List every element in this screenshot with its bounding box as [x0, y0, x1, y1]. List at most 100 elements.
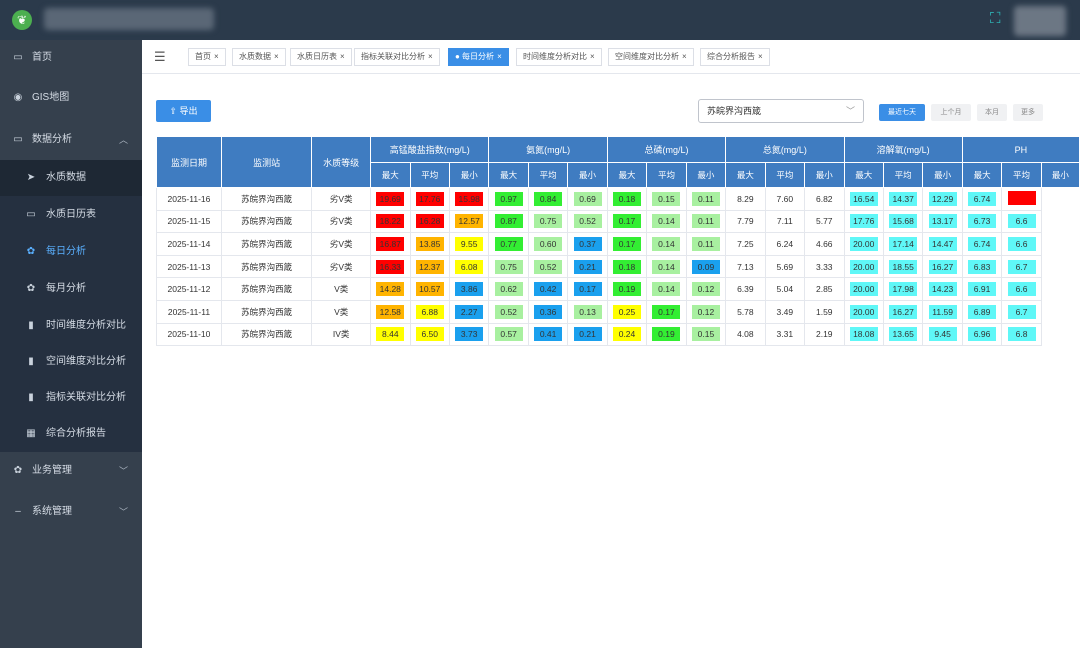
value-badge: 0.84	[534, 191, 563, 206]
gear-icon: ✿	[13, 465, 23, 476]
value-badge: 6.74	[968, 236, 997, 251]
value-badge: 20.00	[849, 259, 878, 274]
sidebar-subitem-calendar[interactable]: ▭ 水质日历表	[0, 197, 142, 233]
hamburger-icon[interactable]: ☰	[154, 50, 166, 64]
table-row[interactable]: 2025-11-14 苏皖界沟西箴 劣V类 16.87 13.85 9.55 0.77 0.6…	[156, 232, 1080, 256]
close-icon[interactable]: ×	[214, 52, 219, 61]
monitor-icon: ▭	[13, 52, 23, 63]
sidebar-item-data-analysis[interactable]: ▭ 数据分析 ︿	[0, 122, 142, 158]
value-cell: 4.08	[725, 322, 766, 347]
close-icon[interactable]: ×	[340, 52, 345, 61]
sub-header: 最小	[804, 162, 845, 188]
sidebar-subitem-time-comparison[interactable]: ▮ 时间维度分析对比	[0, 308, 142, 344]
tab-2[interactable]: 水质日历表 ×	[290, 48, 352, 66]
close-icon[interactable]: ×	[758, 52, 763, 61]
range-this-month-button[interactable]: 本月	[977, 104, 1007, 121]
cell-grade: 劣V类	[311, 187, 372, 211]
sub-header: 平均	[646, 162, 687, 188]
value-badge: 9.45	[928, 327, 957, 342]
main-content: ⇪ 导出 苏皖界沟西箴 ﹀ 最近七天 上个月 本月 更多 监测日期 监测站 水质等级…	[142, 75, 1080, 648]
value-badge: 0.52	[494, 304, 523, 319]
tab-0[interactable]: 首页 ×	[188, 48, 226, 66]
value-badge: 0.77	[494, 236, 523, 251]
value-cell: 8.44	[370, 322, 411, 347]
close-icon[interactable]: ×	[590, 52, 595, 61]
sidebar-subitem-monthly-analysis[interactable]: ✿ 每月分析	[0, 271, 142, 307]
value-cell: 20.00	[843, 299, 884, 324]
value-badge: 0.12	[691, 282, 720, 297]
table-row[interactable]: 2025-11-10 苏皖界沟西箴 IV类 8.44 6.50 3.73 0.57 0.41 0…	[156, 322, 1080, 347]
sidebar-subitem-water-data[interactable]: ➤ 水质数据	[0, 160, 142, 196]
tab-7[interactable]: 综合分析报告 ×	[700, 48, 770, 66]
grid-icon: ▦	[26, 428, 36, 439]
cell-station: 苏皖界沟西箴	[220, 232, 313, 256]
water-quality-table: 监测日期 监测站 水质等级 高锰酸盐指数(mg/L) 氨氮(mg/L) 总磷(mg/L) 总…	[156, 136, 1080, 347]
sidebar-item-business[interactable]: ✿ 业务管理 ﹀	[0, 453, 142, 489]
app-title-blurred	[44, 8, 214, 30]
table-row[interactable]: 2025-11-11 苏皖界沟西箴 V类 12.58 6.88 2.27 0.52 0.36 0…	[156, 299, 1080, 324]
sidebar-item-system[interactable]: – 系统管理 ﹀	[0, 494, 142, 530]
monitor-icon: ▭	[26, 209, 36, 220]
value-cell: 0.87	[488, 209, 529, 234]
value-cell: 3.31	[764, 322, 806, 347]
tab-5[interactable]: 时间维度分析对比 ×	[516, 48, 602, 66]
value-badge: 0.17	[652, 304, 681, 319]
table-row[interactable]: 2025-11-13 苏皖界沟西箴 劣V类 16.33 12.37 6.08 0.75 0.5…	[156, 254, 1080, 279]
close-icon[interactable]: ×	[682, 52, 687, 61]
close-icon[interactable]: ×	[497, 52, 502, 61]
value-badge: 13.17	[928, 214, 957, 229]
sidebar-subitem-space-comparison[interactable]: ▮ 空间维度对比分析	[0, 344, 142, 380]
value-badge: 0.69	[573, 191, 602, 206]
export-button[interactable]: ⇪ 导出	[156, 100, 211, 122]
value-badge: 0.14	[652, 259, 681, 274]
sidebar-subitem-report[interactable]: ▦ 综合分析报告	[0, 416, 142, 452]
sub-header: 平均	[527, 162, 569, 188]
value-badge: 3.31	[776, 329, 794, 340]
close-icon[interactable]: ×	[428, 52, 433, 61]
value-badge: 8.29	[737, 193, 754, 204]
value-cell: 5.04	[764, 277, 806, 301]
value-cell: 0.11	[685, 232, 727, 256]
fullscreen-icon[interactable]: ⛶	[990, 11, 1006, 27]
value-badge: 0.12	[691, 304, 720, 319]
tab-label: 水质日历表	[297, 52, 337, 61]
sidebar-subitem-index-correlation[interactable]: ▮ 指标关联对比分析	[0, 380, 142, 416]
table-row[interactable]: 2025-11-15 苏皖界沟西箴 劣V类 18.22 16.28 12.57 0.87 0.…	[156, 209, 1080, 234]
value-cell: 17.76	[409, 187, 450, 211]
value-badge: 6.96	[968, 327, 997, 342]
tab-label: 指标关联对比分析	[361, 52, 425, 61]
value-cell: 8.29	[725, 187, 766, 211]
value-cell: 18.22	[370, 209, 411, 234]
user-avatar-blurred[interactable]	[1014, 6, 1066, 36]
station-select[interactable]: 苏皖界沟西箴 ﹀	[698, 99, 864, 123]
tab-1[interactable]: 水质数据 ×	[232, 48, 286, 66]
value-badge: 0.37	[573, 236, 602, 251]
column-header: 监测站	[220, 136, 313, 188]
value-cell: 12.37	[409, 254, 450, 279]
value-badge: 6.6	[1007, 282, 1036, 297]
range-last-seven-days-button[interactable]: 最近七天	[879, 104, 925, 121]
value-badge: 0.19	[652, 327, 681, 342]
range-last-month-button[interactable]: 上个月	[931, 104, 971, 121]
sidebar-item-gis-map[interactable]: ◉ GIS地图	[0, 80, 142, 116]
value-cell: 12.58	[370, 299, 411, 324]
value-cell: 0.18	[606, 187, 648, 211]
sidebar: ▭ 首页 ◉ GIS地图 ▭ 数据分析 ︿ ➤ 水质数据 ▭ 水质日历表 ✿ 每…	[0, 40, 142, 648]
value-badge: 0.52	[534, 259, 563, 274]
value-badge: 14.23	[928, 282, 957, 297]
range-more-button[interactable]: 更多	[1013, 104, 1043, 121]
value-badge: 3.73	[455, 327, 484, 342]
value-cell: 9.55	[448, 232, 490, 256]
dash-icon: –	[15, 506, 21, 517]
sidebar-subitem-daily-analysis[interactable]: ✿ 每日分析	[0, 234, 142, 270]
tab-3[interactable]: 指标关联对比分析 ×	[354, 48, 440, 66]
table-row[interactable]: 2025-11-12 苏皖界沟西箴 V类 14.28 10.57 3.86 0.62 0.42…	[156, 277, 1080, 301]
tab-6[interactable]: 空间维度对比分析 ×	[608, 48, 694, 66]
sub-header: 最大	[961, 162, 1003, 188]
table-row[interactable]: 2025-11-16 苏皖界沟西箴 劣V类 19.69 17.76 15.98 0.97 0.…	[156, 187, 1080, 211]
sidebar-item-home[interactable]: ▭ 首页	[0, 40, 142, 76]
value-cell: 5.78	[725, 299, 766, 324]
value-badge: 12.37	[415, 259, 444, 274]
tab-4[interactable]: ● 每日分析 ×	[448, 48, 509, 66]
close-icon[interactable]: ×	[274, 52, 279, 61]
